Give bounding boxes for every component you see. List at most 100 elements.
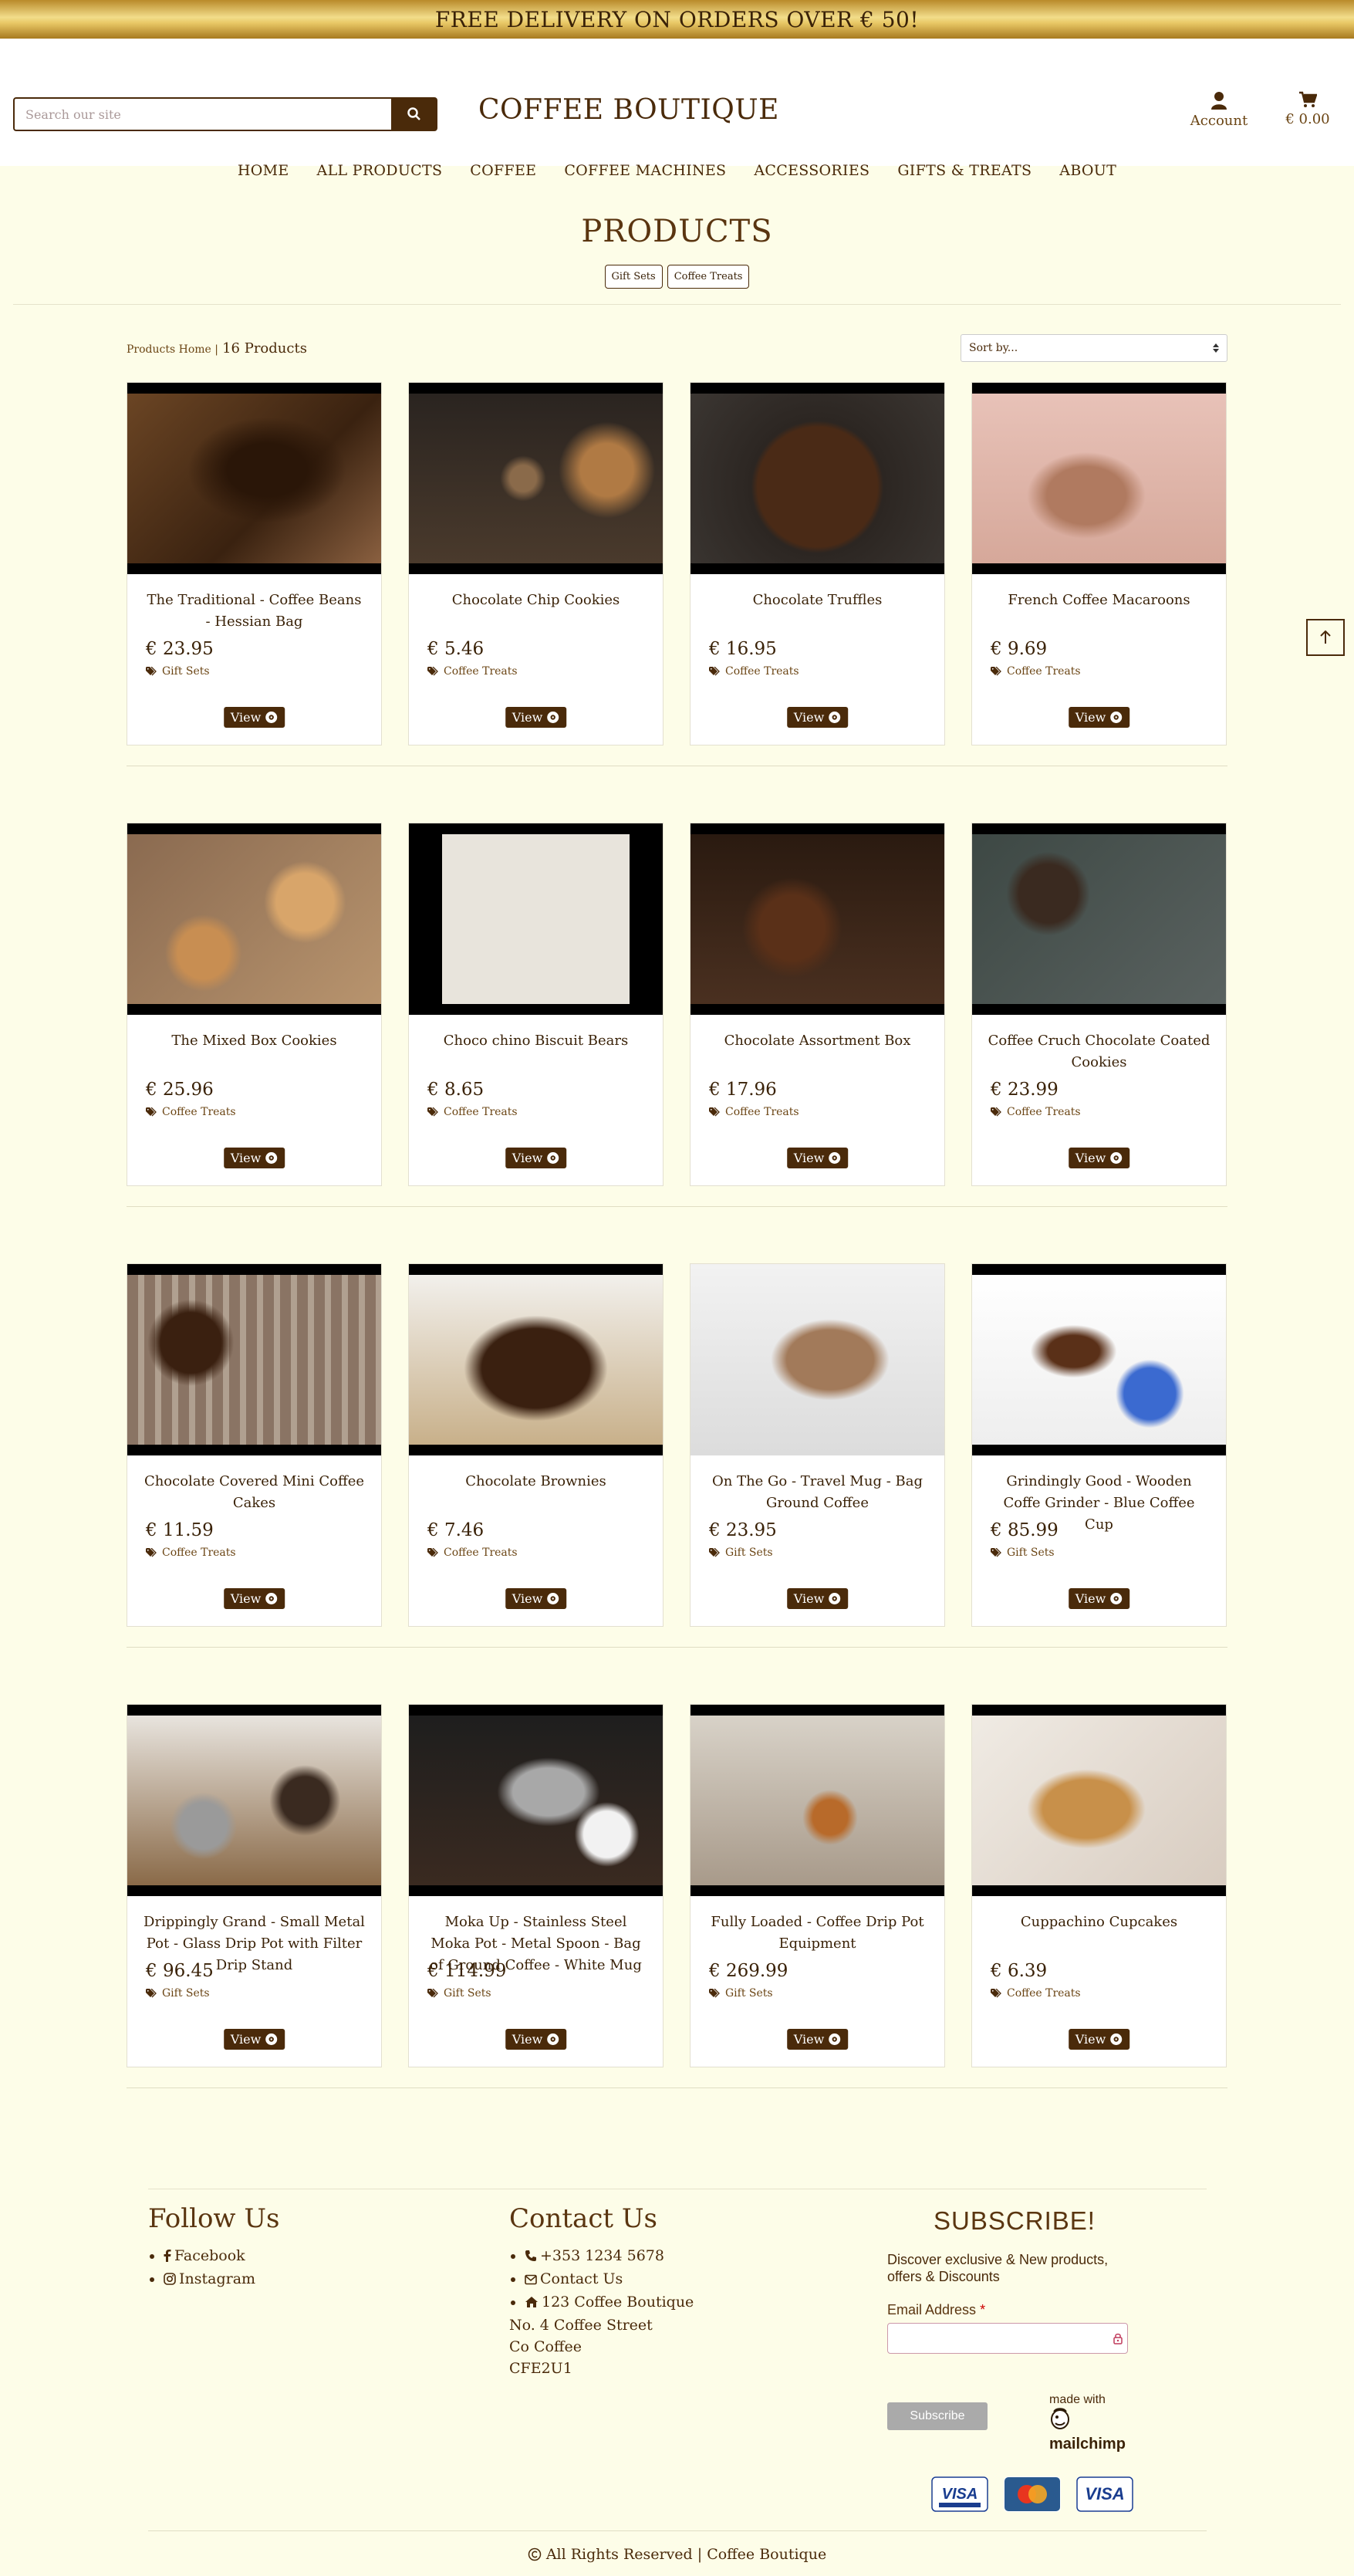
product-title[interactable]: The Mixed Box Cookies [127, 1030, 381, 1073]
phone-link[interactable]: +353 1234 5678 [525, 2245, 694, 2268]
nav-coffee-machines[interactable]: COFFEE MACHINES [550, 162, 740, 179]
product-image[interactable] [409, 1264, 663, 1455]
nav-coffee[interactable]: COFFEE [456, 162, 550, 179]
product-image[interactable] [691, 1705, 944, 1896]
product-image[interactable] [691, 383, 944, 574]
product-title[interactable]: French Coffee Macaroons [972, 590, 1226, 633]
site-logo[interactable]: COFFEE BOUTIQUE [478, 94, 779, 126]
product-category[interactable]: Coffee Treats [146, 1106, 381, 1118]
product-card[interactable]: Choco chino Biscuit Bears € 8.65 Coffee Tr… [408, 823, 663, 1186]
view-product-button[interactable]: View [1068, 2029, 1130, 2050]
product-image[interactable] [127, 1264, 381, 1455]
nav-about[interactable]: ABOUT [1045, 162, 1130, 179]
instagram-link[interactable]: Instagram [164, 2268, 279, 2291]
subscribe-button[interactable]: Subscribe [887, 2402, 988, 2430]
product-card[interactable]: Moka Up - Stainless Steel Moka Pot - Met… [408, 1704, 663, 2067]
facebook-link[interactable]: Facebook [164, 2245, 279, 2268]
product-image[interactable] [691, 1264, 944, 1455]
product-card[interactable]: Chocolate Brownies € 7.46 Coffee Treats Vie… [408, 1263, 663, 1627]
product-card[interactable]: The Mixed Box Cookies € 25.96 Coffee Treat… [127, 823, 382, 1186]
product-card[interactable]: On The Go - Travel Mug - Bag Ground Coff… [690, 1263, 945, 1627]
cart-link[interactable]: € 0.00 [1281, 91, 1335, 127]
filter-gift-sets[interactable]: Gift Sets [604, 265, 663, 289]
product-title[interactable]: The Traditional - Coffee Beans - Hessian… [127, 590, 381, 633]
email-link[interactable]: Contact Us [525, 2268, 694, 2291]
view-product-button[interactable]: View [1068, 1148, 1130, 1168]
product-card[interactable]: Grindingly Good - Wooden Coffe Grinder -… [971, 1263, 1227, 1627]
mailchimp-badge[interactable]: made with mailchimp [1049, 2393, 1126, 2453]
product-category[interactable]: Coffee Treats [709, 665, 944, 678]
product-title[interactable]: Chocolate Assortment Box [691, 1030, 944, 1073]
view-product-button[interactable]: View [786, 707, 849, 728]
product-category[interactable]: Coffee Treats [427, 1547, 663, 1559]
product-image[interactable] [127, 383, 381, 574]
product-category[interactable]: Gift Sets [146, 1987, 381, 2000]
product-title[interactable]: Moka Up - Stainless Steel Moka Pot - Met… [409, 1912, 663, 1973]
product-image[interactable] [127, 1705, 381, 1896]
product-card[interactable]: Chocolate Assortment Box € 17.96 Coffee Tr… [690, 823, 945, 1186]
product-image[interactable] [972, 1264, 1226, 1455]
product-card[interactable]: Coffee Cruch Chocolate Coated Cookies € 2… [971, 823, 1227, 1186]
view-product-button[interactable]: View [223, 1588, 285, 1609]
product-category[interactable]: Gift Sets [991, 1547, 1226, 1559]
nav-home[interactable]: HOME [224, 162, 303, 179]
product-card[interactable]: Fully Loaded - Coffee Drip Pot Equipment… [690, 1704, 945, 2067]
nav-gifts-treats[interactable]: GIFTS & TREATS [883, 162, 1045, 179]
product-category[interactable]: Coffee Treats [991, 665, 1226, 678]
sort-select[interactable]: Sort by... [961, 334, 1227, 362]
product-category[interactable]: Gift Sets [427, 1987, 663, 2000]
product-title[interactable]: Chocolate Covered Mini Coffee Cakes [127, 1471, 381, 1514]
product-title[interactable]: Chocolate Chip Cookies [409, 590, 663, 633]
view-product-button[interactable]: View [786, 1148, 849, 1168]
product-category[interactable]: Coffee Treats [146, 1547, 381, 1559]
product-title[interactable]: Cuppachino Cupcakes [972, 1912, 1226, 1955]
product-card[interactable]: Chocolate Chip Cookies € 5.46 Coffee Treat… [408, 382, 663, 745]
view-product-button[interactable]: View [1068, 707, 1130, 728]
scroll-to-top-button[interactable] [1306, 619, 1345, 656]
search-input[interactable] [13, 97, 391, 131]
product-title[interactable]: Chocolate Brownies [409, 1471, 663, 1514]
product-category[interactable]: Coffee Treats [427, 665, 663, 678]
view-product-button[interactable]: View [786, 2029, 849, 2050]
product-image[interactable] [127, 823, 381, 1015]
product-title[interactable]: On The Go - Travel Mug - Bag Ground Coff… [691, 1471, 944, 1514]
product-category[interactable]: Gift Sets [146, 665, 381, 678]
product-card[interactable]: French Coffee Macaroons € 9.69 Coffee Trea… [971, 382, 1227, 745]
nav-accessories[interactable]: ACCESSORIES [740, 162, 883, 179]
product-title[interactable]: Grindingly Good - Wooden Coffe Grinder -… [972, 1471, 1226, 1533]
breadcrumb[interactable]: Products Home | [127, 343, 218, 356]
view-product-button[interactable]: View [505, 1148, 567, 1168]
product-card[interactable]: The Traditional - Coffee Beans - Hessian… [127, 382, 382, 745]
product-image[interactable] [972, 383, 1226, 574]
view-product-button[interactable]: View [505, 707, 567, 728]
product-category[interactable]: Coffee Treats [427, 1106, 663, 1118]
product-card[interactable]: Chocolate Covered Mini Coffee Cakes € 11.… [127, 1263, 382, 1627]
product-category[interactable]: Gift Sets [709, 1987, 944, 2000]
product-image[interactable] [409, 823, 663, 1015]
view-product-button[interactable]: View [505, 1588, 567, 1609]
product-title[interactable]: Drippingly Grand - Small Metal Pot - Gla… [127, 1912, 381, 1973]
search-button[interactable] [391, 97, 437, 131]
product-image[interactable] [409, 383, 663, 574]
view-product-button[interactable]: View [1068, 1588, 1130, 1609]
product-card[interactable]: Cuppachino Cupcakes € 6.39 Coffee Treats Vi… [971, 1704, 1227, 2067]
product-title[interactable]: Choco chino Biscuit Bears [409, 1030, 663, 1073]
product-card[interactable]: Chocolate Truffles € 16.95 Coffee Treats Vi… [690, 382, 945, 745]
view-product-button[interactable]: View [505, 2029, 567, 2050]
product-image[interactable] [409, 1705, 663, 1896]
view-product-button[interactable]: View [223, 1148, 285, 1168]
view-product-button[interactable]: View [223, 2029, 285, 2050]
product-title[interactable]: Chocolate Truffles [691, 590, 944, 633]
email-field[interactable] [887, 2323, 1128, 2354]
product-title[interactable]: Fully Loaded - Coffee Drip Pot Equipment [691, 1912, 944, 1955]
product-category[interactable]: Gift Sets [709, 1547, 944, 1559]
product-category[interactable]: Coffee Treats [991, 1106, 1226, 1118]
product-image[interactable] [972, 823, 1226, 1015]
product-category[interactable]: Coffee Treats [709, 1106, 944, 1118]
product-category[interactable]: Coffee Treats [991, 1987, 1226, 2000]
view-product-button[interactable]: View [786, 1588, 849, 1609]
product-card[interactable]: Drippingly Grand - Small Metal Pot - Gla… [127, 1704, 382, 2067]
filter-coffee-treats[interactable]: Coffee Treats [667, 265, 750, 289]
product-title[interactable]: Coffee Cruch Chocolate Coated Cookies [972, 1030, 1226, 1073]
product-image[interactable] [972, 1705, 1226, 1896]
